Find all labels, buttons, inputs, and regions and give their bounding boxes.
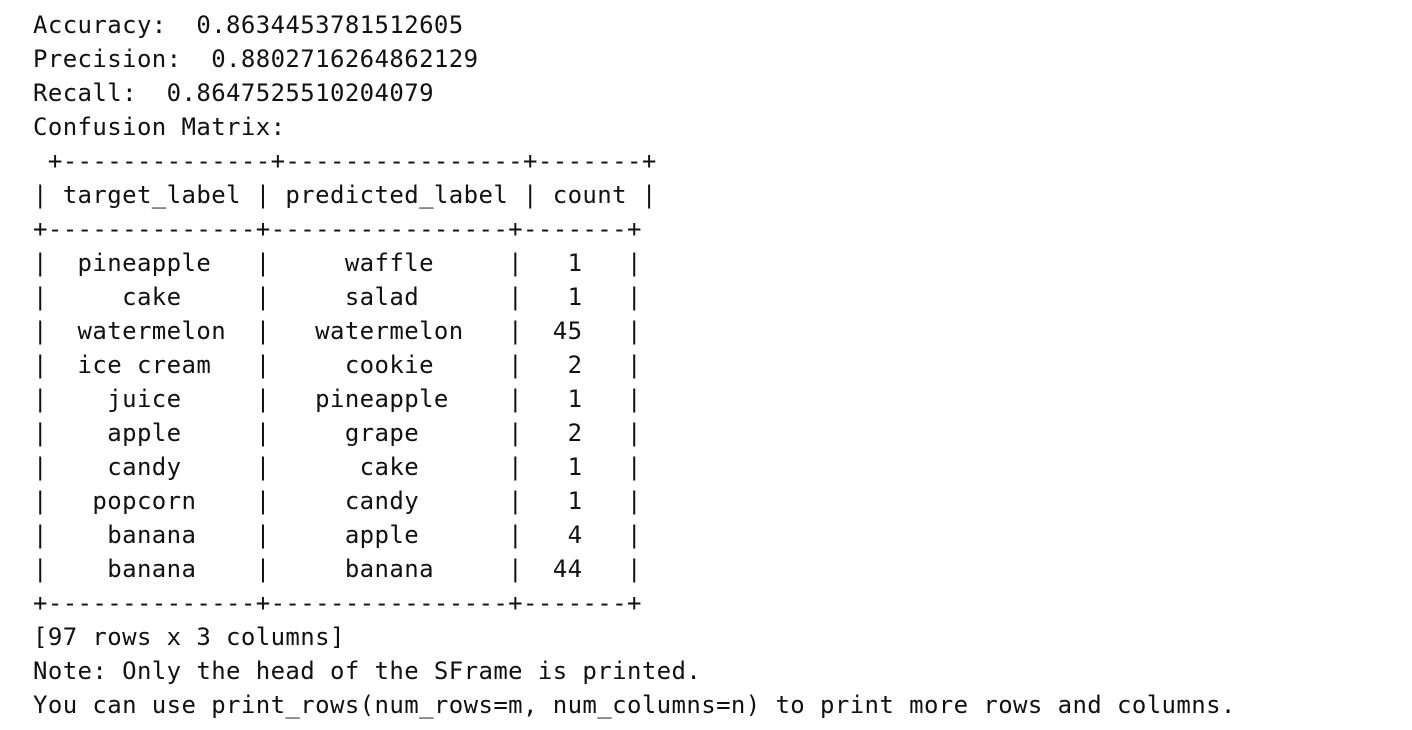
recall-line: Recall: 0.8647525510204079 xyxy=(33,79,434,107)
print-rows-hint: You can use print_rows(num_rows=m, num_c… xyxy=(33,691,1236,719)
accuracy-line: Accuracy: 0.8634453781512605 xyxy=(33,11,464,39)
table-row: | banana | banana | 44 | xyxy=(33,555,642,583)
table-border-top: +--------------+----------------+-------… xyxy=(33,147,657,175)
table-row: | watermelon | watermelon | 45 | xyxy=(33,317,642,345)
table-header-separator: +--------------+----------------+-------… xyxy=(33,215,642,243)
table-row: | juice | pineapple | 1 | xyxy=(33,385,642,413)
console-output: Accuracy: 0.8634453781512605 Precision: … xyxy=(33,8,1236,722)
confusion-matrix-title: Confusion Matrix: xyxy=(33,113,286,141)
table-row: | popcorn | candy | 1 | xyxy=(33,487,642,515)
precision-line: Precision: 0.8802716264862129 xyxy=(33,45,479,73)
table-row: | apple | grape | 2 | xyxy=(33,419,642,447)
table-row: | cake | salad | 1 | xyxy=(33,283,642,311)
table-header-row: | target_label | predicted_label | count… xyxy=(33,181,657,209)
table-row: | candy | cake | 1 | xyxy=(33,453,642,481)
table-row: | ice cream | cookie | 2 | xyxy=(33,351,642,379)
rows-columns-summary: [97 rows x 3 columns] xyxy=(33,623,345,651)
table-row: | banana | apple | 4 | xyxy=(33,521,642,549)
table-row: | pineapple | waffle | 1 | xyxy=(33,249,642,277)
table-border-bottom: +--------------+----------------+-------… xyxy=(33,589,642,617)
note-line: Note: Only the head of the SFrame is pri… xyxy=(33,657,702,685)
